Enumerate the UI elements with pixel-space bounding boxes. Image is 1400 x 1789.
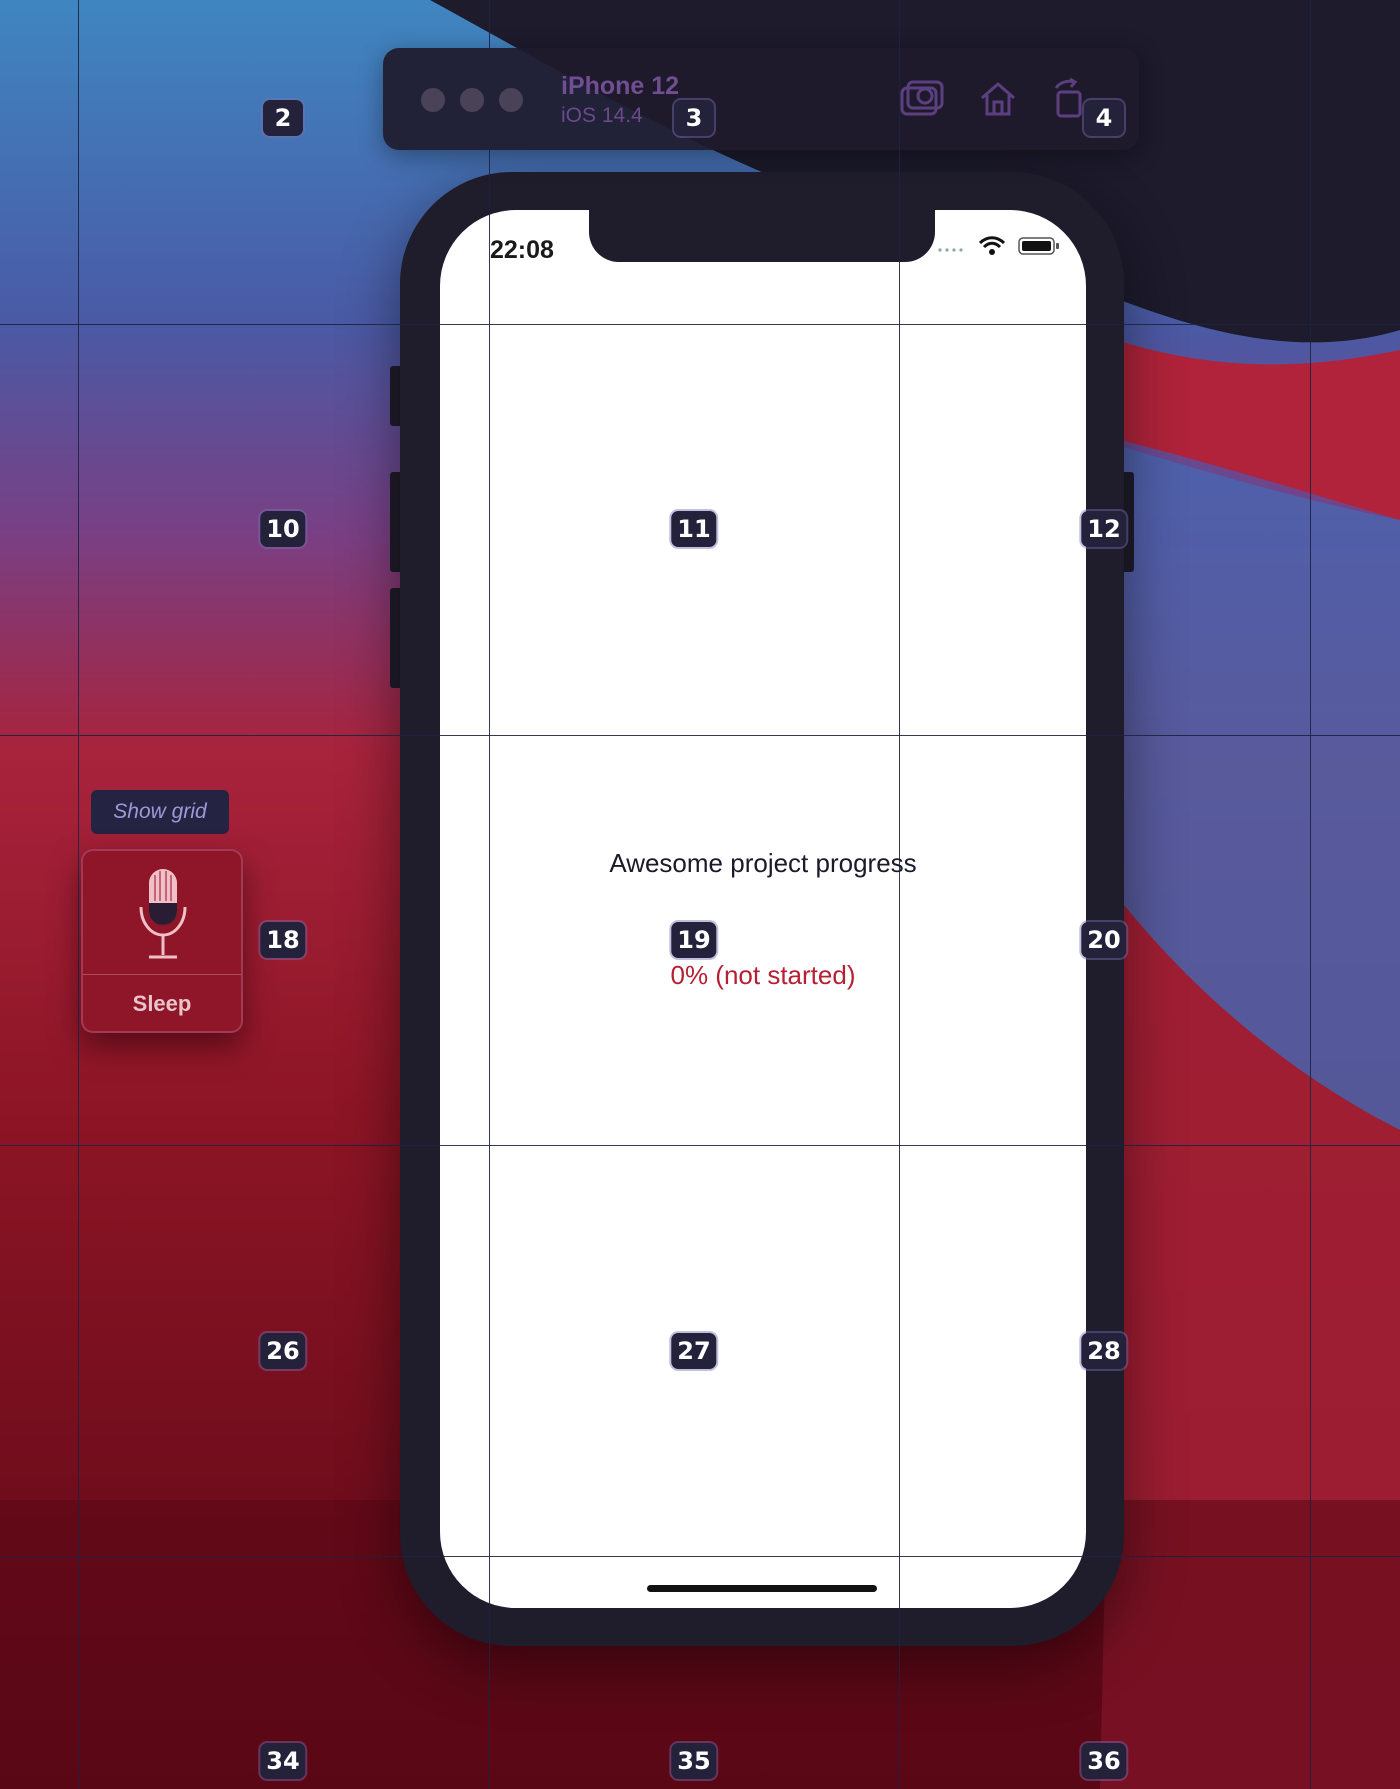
widget-divider — [83, 974, 241, 975]
status-icons — [937, 236, 1060, 261]
grid-cell-label[interactable]: 35 — [671, 1743, 717, 1779]
grid-cell-label[interactable]: 4 — [1084, 100, 1124, 136]
grid-cell-label[interactable]: 34 — [260, 1743, 306, 1779]
show-grid-button[interactable]: Show grid — [91, 790, 229, 834]
progress-text: 0% (not started) — [670, 960, 856, 990]
window-close-button[interactable] — [421, 88, 445, 112]
grid-cell-label[interactable]: 11 — [671, 511, 717, 547]
grid-cell-label[interactable]: 26 — [260, 1333, 306, 1369]
grid-cell-label[interactable]: 12 — [1081, 511, 1127, 547]
grid-cell-label[interactable]: 18 — [260, 922, 306, 958]
grid-cell-label[interactable]: 36 — [1081, 1743, 1127, 1779]
status-time: 22:08 — [490, 236, 554, 264]
microphone-icon — [137, 867, 189, 968]
device-os-version: iOS 14.4 — [561, 104, 643, 127]
app-title: Awesome project progress — [609, 848, 917, 878]
sleep-widget[interactable]: Sleep — [81, 849, 243, 1033]
home-indicator[interactable] — [647, 1585, 877, 1592]
grid-cell-label[interactable]: 19 — [671, 922, 717, 958]
window-zoom-button[interactable] — [499, 88, 523, 112]
grid-cell-label[interactable]: 20 — [1081, 922, 1127, 958]
grid-cell-label[interactable]: 28 — [1081, 1333, 1127, 1369]
grid-cell-label[interactable]: 10 — [260, 511, 306, 547]
device-name: iPhone 12 — [561, 72, 680, 100]
home-icon[interactable] — [978, 80, 1018, 123]
grid-cell-label[interactable]: 27 — [671, 1333, 717, 1369]
simulator-toolbar — [383, 48, 1139, 150]
sleep-label: Sleep — [132, 991, 192, 1016]
grid-cell-label[interactable]: 3 — [674, 100, 714, 136]
wifi-icon — [979, 236, 1006, 261]
grid-cell-label[interactable]: 2 — [263, 100, 303, 136]
window-minimize-button[interactable] — [460, 88, 484, 112]
notch — [589, 210, 935, 262]
signal-icon — [937, 240, 967, 258]
screenshot-icon[interactable] — [900, 80, 944, 123]
phone-screen[interactable] — [440, 210, 1086, 1608]
battery-icon — [1018, 236, 1060, 261]
